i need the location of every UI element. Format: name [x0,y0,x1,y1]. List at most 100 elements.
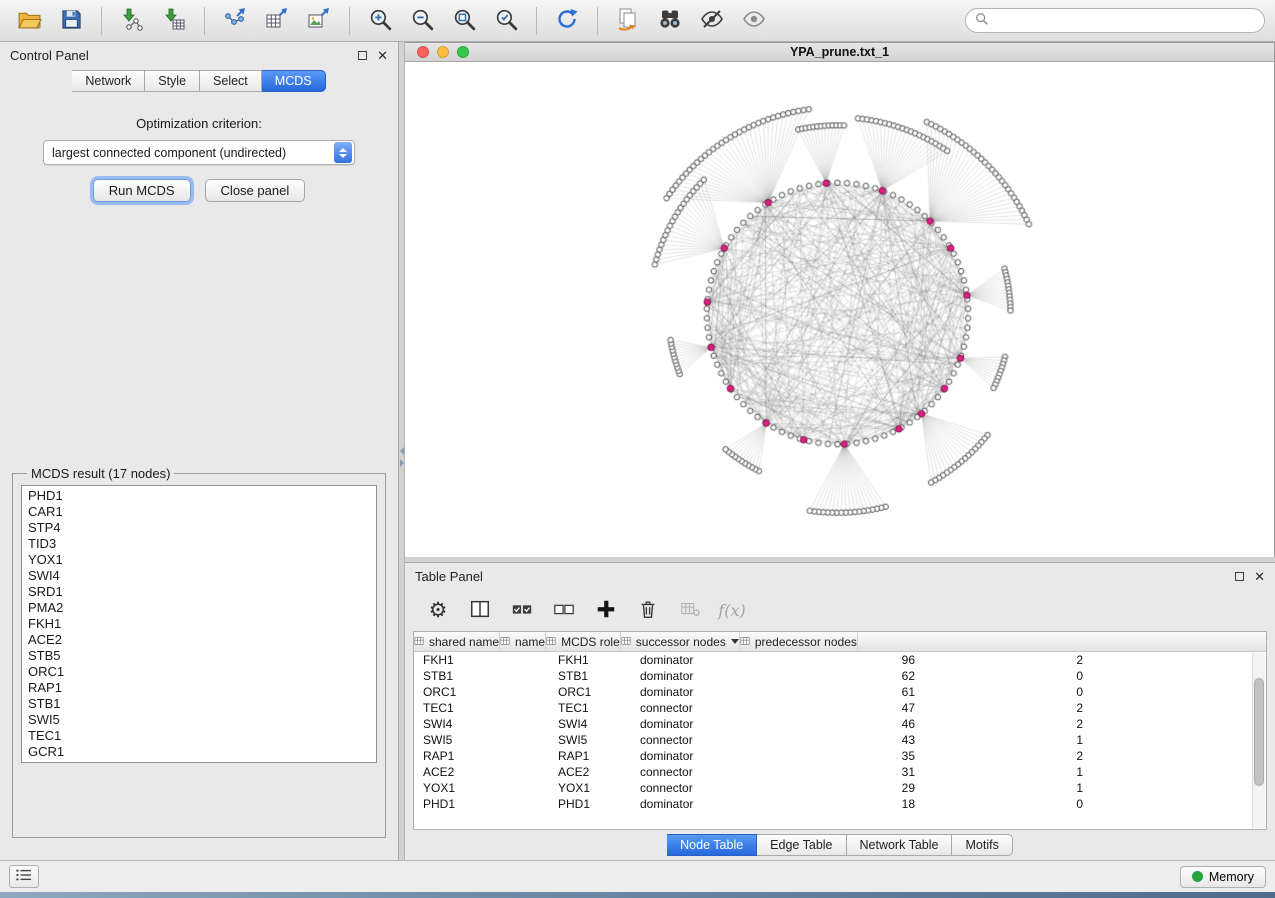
table-row[interactable]: TEC1 TEC1 connector 47 2 [414,700,1266,716]
criterion-select[interactable]: largest connected component (undirected) [43,140,355,165]
refresh-button[interactable] [548,4,586,38]
delete-column-button[interactable] [631,594,665,626]
table-row[interactable]: PHD1 PHD1 dominator 18 0 [414,796,1266,812]
table-row[interactable]: YOX1 YOX1 connector 29 1 [414,780,1266,796]
mcds-result-node[interactable]: RAP1 [28,680,370,696]
unchecked-boxes-icon [553,598,575,623]
column-header-label: name [515,635,545,649]
close-table-panel-icon[interactable]: ✕ [1254,570,1265,583]
cell-shared-name: TEC1 [414,701,549,715]
zoom-fit-button[interactable] [445,4,483,38]
float-table-panel-icon[interactable] [1235,572,1244,581]
window-maximize-icon[interactable] [457,46,469,58]
zoom-in-button[interactable] [361,4,399,38]
table-panel-tab[interactable]: Network Table [847,834,953,856]
table-scrollbar[interactable] [1252,653,1265,828]
cell-mcds-role: dominator [631,653,781,667]
close-panel-icon[interactable]: ✕ [377,49,388,62]
task-history-button[interactable] [9,865,39,888]
window-minimize-icon[interactable] [437,46,449,58]
control-panel-spacer [0,202,398,466]
mcds-result-node[interactable]: TEC1 [28,728,370,744]
run-mcds-button[interactable]: Run MCDS [93,179,191,202]
column-chooser-button[interactable] [463,594,497,626]
mcds-result-node[interactable]: ORC1 [28,664,370,680]
control-panel-tab[interactable]: MCDS [262,70,326,92]
network-view-window: YPA_prune.txt_1 [405,42,1275,557]
delete-table-button[interactable] [673,594,707,626]
splitter-handle[interactable] [399,444,405,470]
cell-successor-nodes: 35 [781,749,929,763]
mcds-result-node[interactable]: PHD1 [28,488,370,504]
hide-details-button[interactable] [693,4,731,38]
select-all-rows-button[interactable] [505,594,539,626]
control-panel-tab[interactable]: Network [72,70,145,92]
add-column-button[interactable] [589,594,623,626]
table-scrollbar-thumb[interactable] [1254,678,1264,787]
vertical-splitter[interactable] [399,42,405,860]
import-table-button[interactable] [155,4,193,38]
float-panel-icon[interactable] [358,51,367,60]
table-column-header[interactable]: predecessor nodes [740,632,858,651]
table-row[interactable]: SWI5 SWI5 connector 43 1 [414,732,1266,748]
table-row[interactable]: FKH1 FKH1 dominator 96 2 [414,652,1266,668]
mcds-result-node[interactable]: STP4 [28,520,370,536]
table-row[interactable]: SWI4 SWI4 dominator 46 2 [414,716,1266,732]
mcds-result-node[interactable]: SWI4 [28,568,370,584]
table-column-header[interactable]: name [500,632,546,651]
zoom-out-button[interactable] [403,4,441,38]
clone-network-button[interactable] [609,4,647,38]
mcds-result-node[interactable]: TID3 [28,536,370,552]
node-table: shared name name [413,631,1267,830]
toolbar-separator [536,7,537,35]
function-builder-button[interactable]: f(x) [715,594,749,626]
table-panel-tab[interactable]: Node Table [667,834,757,856]
table-row[interactable]: RAP1 RAP1 dominator 35 2 [414,748,1266,764]
table-row[interactable]: ORC1 ORC1 dominator 61 0 [414,684,1266,700]
import-table-icon [162,7,186,34]
cell-shared-name: SWI5 [414,733,549,747]
search-network-button[interactable] [651,4,689,38]
network-canvas[interactable] [405,62,1274,559]
mcds-result-node[interactable]: STB1 [28,696,370,712]
table-column-header[interactable]: MCDS role [546,632,621,651]
table-column-header[interactable]: successor nodes [621,632,740,651]
table-column-header[interactable]: shared name [414,632,500,651]
export-image-button[interactable] [300,4,338,38]
mcds-result-node[interactable]: STB5 [28,648,370,664]
show-details-button[interactable] [735,4,773,38]
control-panel: Control Panel ✕ Network Style Select MCD… [0,42,399,860]
window-close-icon[interactable] [417,46,429,58]
zoom-selected-button[interactable] [487,4,525,38]
import-network-button[interactable] [113,4,151,38]
mcds-result-node[interactable]: CAR1 [28,504,370,520]
save-session-button[interactable] [52,4,90,38]
export-table-button[interactable] [258,4,296,38]
close-panel-button[interactable]: Close panel [205,179,306,202]
export-network-button[interactable] [216,4,254,38]
refresh-icon [555,7,579,34]
mcds-button-row: Run MCDS Close panel [0,179,398,202]
search-input[interactable] [995,14,1255,28]
control-panel-tab[interactable]: Select [200,70,262,92]
open-session-button[interactable] [10,4,48,38]
mcds-result-node[interactable]: SRD1 [28,584,370,600]
mcds-result-node[interactable]: SWI5 [28,712,370,728]
table-panel-tab[interactable]: Motifs [952,834,1012,856]
mcds-result-node[interactable]: FKH1 [28,616,370,632]
mcds-result-node[interactable]: GCR1 [28,744,370,760]
export-network-icon [223,7,247,34]
table-settings-button[interactable]: ⚙ [421,594,455,626]
column-header-label: shared name [429,635,499,649]
mcds-result-node[interactable]: ACE2 [28,632,370,648]
memory-button[interactable]: Memory [1180,866,1266,888]
table-row[interactable]: ACE2 ACE2 connector 31 1 [414,764,1266,780]
table-row[interactable]: STB1 STB1 dominator 62 0 [414,668,1266,684]
control-panel-tab[interactable]: Style [145,70,200,92]
deselect-all-rows-button[interactable] [547,594,581,626]
search-icon [975,12,989,29]
column-type-icon [546,635,556,649]
mcds-result-node[interactable]: PMA2 [28,600,370,616]
table-panel-tab[interactable]: Edge Table [757,834,846,856]
mcds-result-node[interactable]: YOX1 [28,552,370,568]
